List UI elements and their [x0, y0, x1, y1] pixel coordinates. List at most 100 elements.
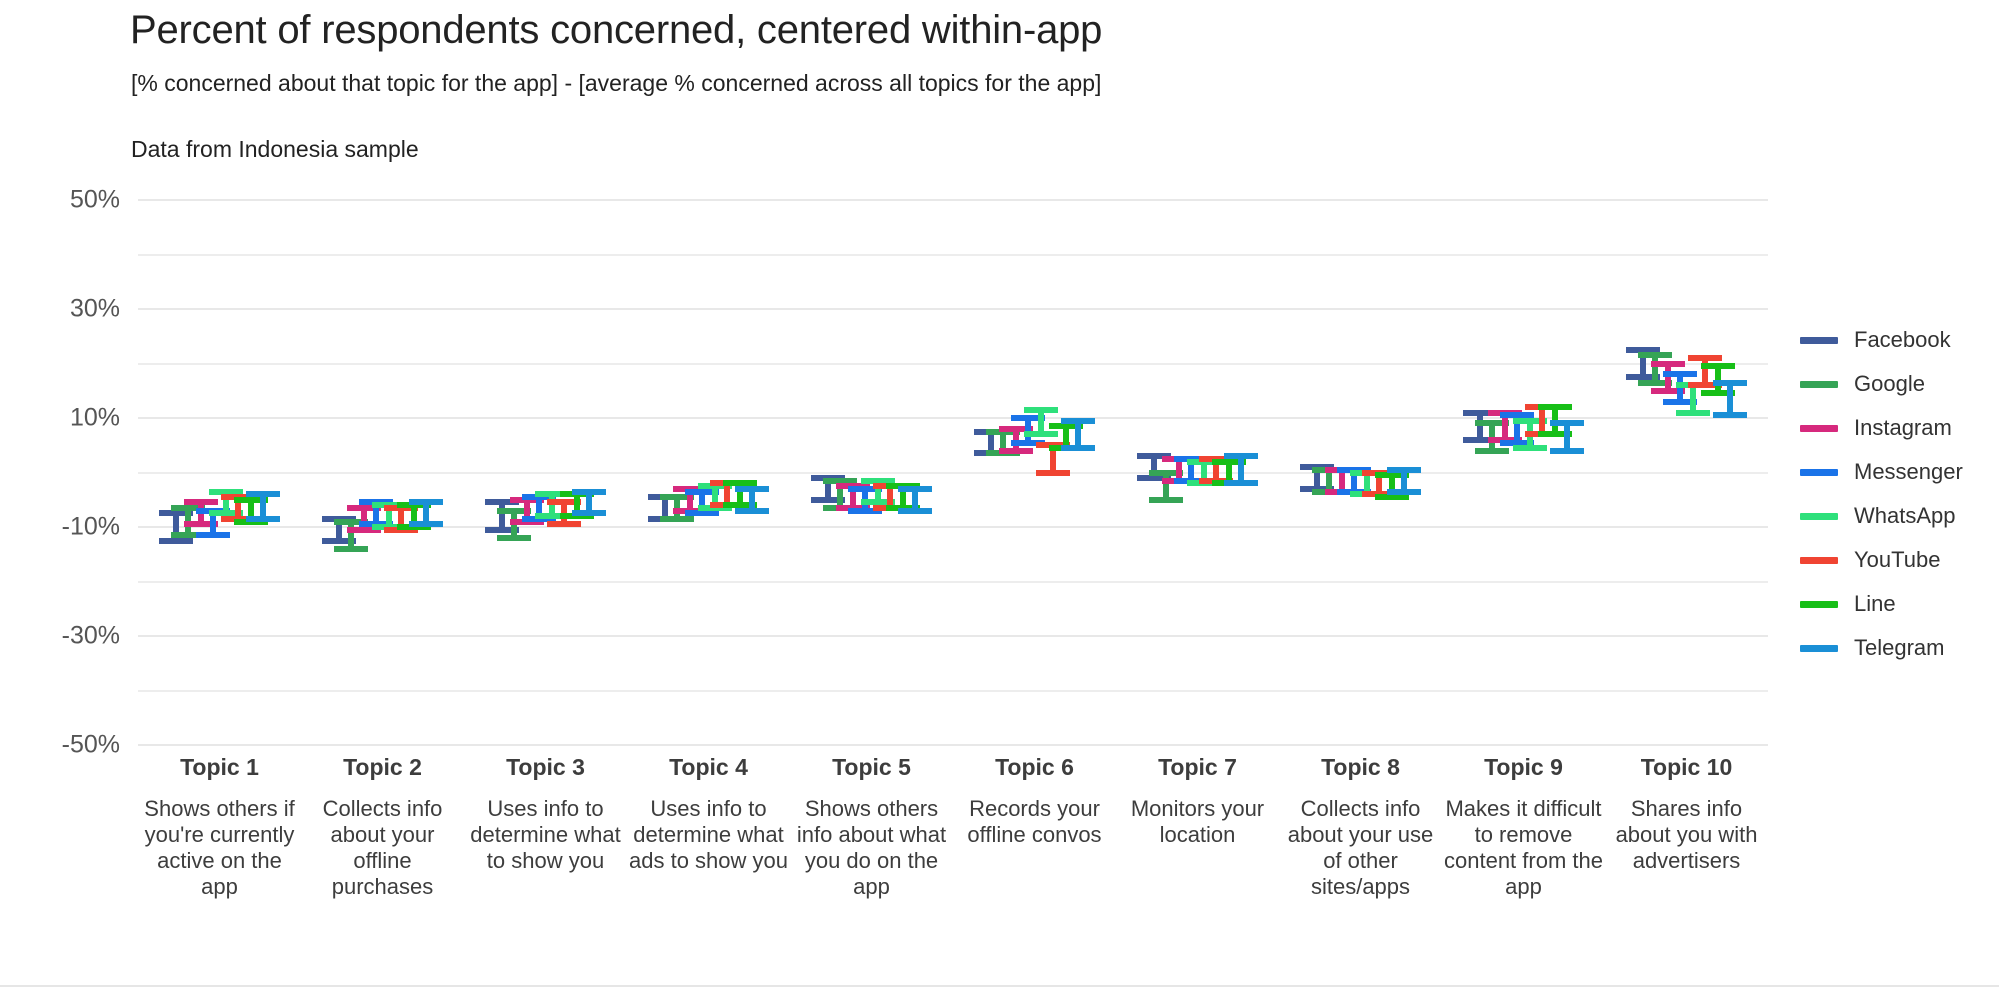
error-bar-upper-cap	[1650, 360, 1685, 367]
x-axis-topic-description: Shows others if you're currently active …	[144, 796, 295, 899]
legend-item-label: YouTube	[1854, 547, 1941, 572]
legend-swatch-icon	[1800, 644, 1838, 652]
error-bar-lower-cap	[1374, 494, 1409, 501]
legend-swatch-icon	[1800, 512, 1838, 520]
error-bar-telegram[interactable]	[898, 485, 933, 514]
error-bar-lower-cap	[998, 447, 1033, 454]
chart-title: Percent of respondents concerned, center…	[130, 8, 1103, 52]
x-axis-group: Topic 2 Collects info about your offline …	[301, 752, 464, 900]
series-group	[1116, 200, 1279, 745]
legend-item-messenger[interactable]: Messenger	[1800, 450, 1999, 494]
error-bar-telegram[interactable]	[1387, 466, 1422, 495]
chart-subtitle: [% concerned about that topic for the ap…	[131, 70, 1102, 96]
y-axis-tick-label: -10%	[61, 512, 120, 541]
error-bar-lower-cap	[1387, 488, 1422, 495]
x-axis-topic-description: Uses info to determine what to show you	[470, 796, 621, 873]
x-axis-topic-description: Shares info about you with advertisers	[1615, 796, 1758, 873]
error-bar-lower-cap	[1713, 412, 1748, 419]
series-group	[953, 200, 1116, 745]
error-bar-lower-cap	[158, 537, 193, 544]
legend-swatch-icon	[1800, 600, 1838, 608]
error-bar-upper-cap	[1224, 453, 1259, 460]
error-bar-lower-cap	[660, 515, 695, 522]
error-bar-telegram[interactable]	[1224, 453, 1259, 487]
error-bar-telegram[interactable]	[1061, 417, 1096, 451]
legend-swatch-icon	[1800, 468, 1838, 476]
legend-item-label: Facebook	[1854, 327, 1951, 352]
legend-item-label: Instagram	[1854, 415, 1952, 440]
error-bar-lower-cap	[547, 521, 582, 528]
series-group	[1442, 200, 1605, 745]
y-axis-tick-label: 10%	[69, 403, 120, 432]
x-axis-topic-name: Topic 1	[180, 754, 259, 780]
error-bar-lower-cap	[1550, 447, 1585, 454]
error-bar-lower-cap	[1675, 409, 1710, 416]
x-axis-topic-description: Shows others info about what you do on t…	[796, 796, 947, 899]
series-group	[1279, 200, 1442, 745]
error-bar-upper-cap	[1061, 417, 1096, 424]
chart-legend: Facebook Google Instagram Messenger WhatsApp…	[1800, 318, 1999, 670]
error-bar-lower-cap	[196, 532, 231, 539]
error-bar-telegram[interactable]	[246, 491, 281, 522]
plot-area	[138, 199, 1768, 746]
error-bar-telegram[interactable]	[409, 499, 444, 528]
x-axis-topic-description: Records your offline convos	[967, 796, 1102, 847]
error-bar-upper-cap	[898, 485, 933, 492]
legend-swatch-icon	[1800, 336, 1838, 344]
error-bar-upper-cap	[1387, 466, 1422, 473]
error-bar-upper-cap	[1700, 363, 1735, 370]
error-bar-lower-cap	[898, 507, 933, 514]
legend-item-whatsapp[interactable]: WhatsApp	[1800, 494, 1999, 538]
error-bar-upper-cap	[246, 491, 281, 498]
error-bar-lower-cap	[572, 510, 607, 517]
legend-item-label: Telegram	[1854, 635, 1945, 660]
error-bar-telegram[interactable]	[1550, 420, 1585, 454]
legend-item-telegram[interactable]: Telegram	[1800, 626, 1999, 670]
x-axis: Topic 1 Shows others if you're currently …	[138, 752, 1768, 982]
error-bar-lower-cap	[685, 510, 720, 517]
error-bar-lower-cap	[246, 515, 281, 522]
error-bar-upper-cap	[1638, 352, 1673, 359]
legend-swatch-icon	[1800, 424, 1838, 432]
error-bar-lower-cap	[1061, 444, 1096, 451]
legend-item-label: WhatsApp	[1854, 503, 1956, 528]
series-group	[138, 200, 301, 745]
x-axis-topic-name: Topic 6	[995, 754, 1074, 780]
legend-item-line[interactable]: Line	[1800, 582, 1999, 626]
x-axis-group: Topic 4 Uses info to determine what ads t…	[627, 752, 790, 874]
error-bar-upper-cap	[1688, 355, 1723, 362]
chart-sample-note: Data from Indonesia sample	[131, 136, 419, 162]
x-axis-topic-name: Topic 10	[1640, 754, 1733, 780]
y-axis-tick-label: -30%	[61, 621, 120, 650]
error-bar-upper-cap	[572, 488, 607, 495]
series-group	[1605, 200, 1768, 745]
error-bar-upper-cap	[1023, 406, 1058, 413]
x-axis-topic-name: Topic 3	[506, 754, 585, 780]
x-axis-group: Topic 3 Uses info to determine what to sh…	[464, 752, 627, 874]
error-bar-lower-cap	[409, 521, 444, 528]
x-axis-group: Topic 7 Monitors your location	[1116, 752, 1279, 848]
series-group	[464, 200, 627, 745]
x-axis-group: Topic 5 Shows others info about what you …	[790, 752, 953, 900]
series-group	[790, 200, 953, 745]
legend-item-youtube[interactable]: YouTube	[1800, 538, 1999, 582]
error-bar-upper-cap	[409, 499, 444, 506]
error-bar-upper-cap	[1713, 379, 1748, 386]
error-bar-telegram[interactable]	[572, 488, 607, 517]
x-axis-topic-name: Topic 8	[1321, 754, 1400, 780]
error-bar-lower-cap	[1149, 496, 1184, 503]
error-bar-telegram[interactable]	[735, 485, 770, 514]
x-axis-group: Topic 6 Records your offline convos	[953, 752, 1116, 848]
x-axis-topic-description: Makes it difficult to remove content fro…	[1444, 796, 1603, 899]
legend-item-facebook[interactable]: Facebook	[1800, 318, 1999, 362]
x-axis-group: Topic 9 Makes it difficult to remove cont…	[1442, 752, 1605, 900]
error-bar-telegram[interactable]	[1713, 379, 1748, 419]
x-axis-group: Topic 1 Shows others if you're currently …	[138, 752, 301, 900]
y-axis-tick-label: -50%	[61, 730, 120, 759]
x-axis-topic-name: Topic 5	[832, 754, 911, 780]
legend-item-google[interactable]: Google	[1800, 362, 1999, 406]
error-bar-lower-cap	[1512, 444, 1547, 451]
legend-item-instagram[interactable]: Instagram	[1800, 406, 1999, 450]
error-bar-lower-cap	[497, 534, 532, 541]
x-axis-topic-description: Collects info about your offline purchas…	[322, 796, 443, 899]
